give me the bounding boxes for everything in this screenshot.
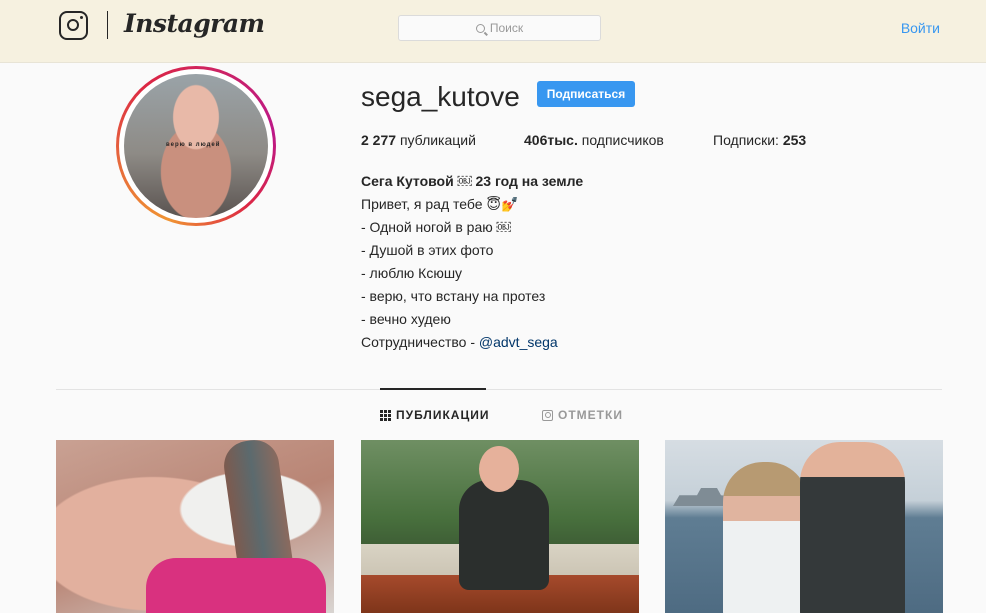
avatar-photo: верю в людей <box>124 74 268 218</box>
post-thumbnail[interactable] <box>665 440 943 613</box>
profile-username: sega_kutove <box>361 81 520 112</box>
collab-account-link[interactable]: @advt_sega <box>479 334 558 350</box>
posts-count-value: 2 277 <box>361 132 397 148</box>
search-placeholder: Поиск <box>489 21 524 35</box>
header-divider <box>107 11 108 39</box>
post-thumbnail[interactable] <box>56 440 334 613</box>
search-icon <box>475 23 485 33</box>
bio-collab-prefix: Сотрудничество - <box>361 334 479 350</box>
bio-line: - вечно худею <box>361 311 451 327</box>
tab-posts[interactable]: ПУБЛИКАЦИИ <box>380 408 489 422</box>
followers-count-value: 406тыс. <box>524 132 578 148</box>
avatar[interactable]: верю в людей <box>116 66 276 226</box>
instagram-logo[interactable]: Instagram <box>124 9 265 38</box>
bio-line: - Одной ногой в раю ￼ <box>361 219 511 235</box>
bio-collab-line: Сотрудничество - @advt_sega <box>361 331 583 354</box>
login-link[interactable]: Войти <box>901 20 940 36</box>
tagged-icon <box>542 409 553 421</box>
bio-full-name: Сега Кутовой ￼ 23 год на земле <box>361 173 584 189</box>
tab-tagged[interactable]: ОТМЕТКИ <box>542 408 623 422</box>
bio-line: - люблю Ксюшу <box>361 265 463 281</box>
active-tab-indicator <box>380 388 486 390</box>
posts-count-label: публикаций <box>399 132 476 148</box>
search-input[interactable]: Поиск <box>398 15 601 41</box>
following-count[interactable]: Подписки: 253 <box>713 132 806 148</box>
bio-line: - верю, что встану на протез <box>361 288 546 304</box>
post-thumbnail[interactable] <box>361 440 639 613</box>
posts-count: 2 277 публикаций <box>361 132 476 148</box>
following-count-value: 253 <box>782 132 807 148</box>
top-navigation-bar: Instagram Поиск Войти <box>0 0 986 63</box>
tab-tagged-label: ОТМЕТКИ <box>558 408 623 422</box>
grid-icon <box>380 409 391 421</box>
follow-button[interactable]: Подписаться <box>537 81 635 107</box>
tab-posts-label: ПУБЛИКАЦИИ <box>396 408 490 422</box>
instagram-camera-icon[interactable] <box>59 11 88 40</box>
bio-line: - Душой в этих фото <box>361 242 494 258</box>
followers-count[interactable]: 406тыс. подписчиков <box>524 132 664 148</box>
profile-bio: Сега Кутовой ￼ 23 год на земле Привет, я… <box>361 170 583 354</box>
avatar-tattoo-text: верю в людей <box>166 142 221 148</box>
tabs-divider <box>56 389 942 390</box>
bio-line: Привет, я рад тебе 😇💅 <box>361 196 519 212</box>
following-count-label: Подписки: <box>713 132 779 148</box>
followers-count-label: подписчиков <box>581 132 664 148</box>
